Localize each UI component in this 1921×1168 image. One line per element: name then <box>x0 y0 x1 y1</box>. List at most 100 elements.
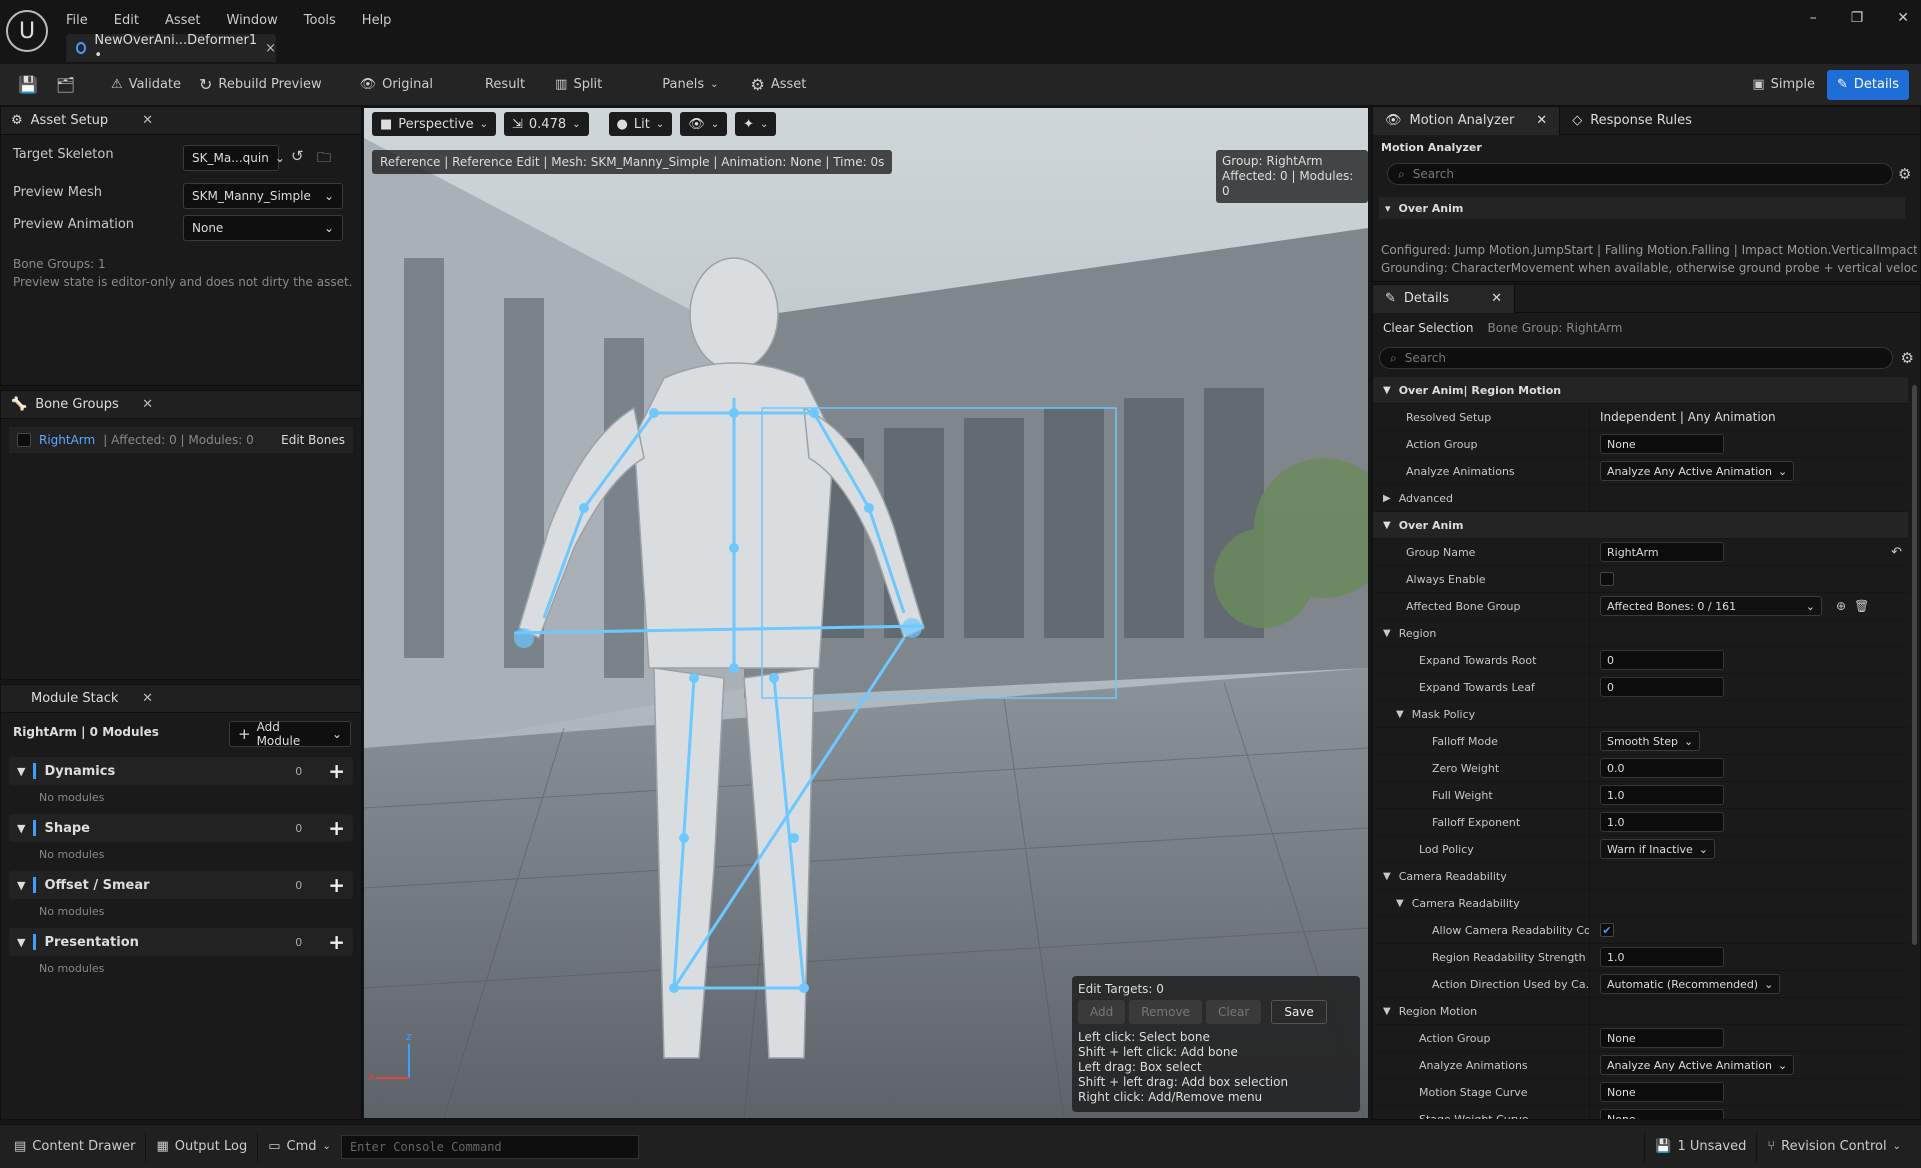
document-tab[interactable]: NewOverAni...Deformer1 • × <box>66 33 276 63</box>
motion-analyzer-search[interactable]: ⌕ Search <box>1387 163 1893 185</box>
remove-target-button[interactable]: Remove <box>1129 1000 1202 1024</box>
clear-selection-button[interactable]: Clear Selection <box>1383 321 1474 335</box>
add-module-icon[interactable]: + <box>328 759 345 783</box>
panels-dropdown[interactable]: Panels ⌄ <box>656 70 724 100</box>
menu-asset[interactable]: Asset <box>165 13 201 28</box>
property-input[interactable]: RightArm <box>1600 542 1724 562</box>
property-input[interactable]: 1.0 <box>1600 785 1724 805</box>
close-icon[interactable]: ✕ <box>142 113 161 128</box>
close-icon[interactable]: ✕ <box>1536 113 1547 128</box>
perspective-dropdown[interactable]: ■ Perspective ⌄ <box>372 112 496 136</box>
content-drawer-button[interactable]: ▤ Content Drawer <box>4 1131 147 1162</box>
property-dropdown[interactable]: Analyze Any Active Animation ⌄ <box>1600 461 1795 481</box>
property-input[interactable]: None <box>1600 434 1724 454</box>
preview-animation-dropdown[interactable]: None ⌄ <box>183 215 343 241</box>
gear-icon[interactable]: ⚙ <box>1898 165 1911 183</box>
property-dropdown[interactable]: Automatic (Recommended) ⌄ <box>1600 974 1781 994</box>
property-group[interactable]: ▼ Mask Policy <box>1373 701 1908 728</box>
property-checkbox[interactable] <box>1600 572 1614 586</box>
edit-bones-button[interactable]: Edit Bones <box>281 433 345 447</box>
save-target-button[interactable]: Save <box>1271 1000 1327 1024</box>
trash-icon[interactable]: 🗑 <box>1854 599 1869 613</box>
unreal-logo-icon[interactable]: U <box>6 10 48 52</box>
property-input[interactable]: 0 <box>1600 677 1724 697</box>
menu-help[interactable]: Help <box>362 13 392 28</box>
restore-icon[interactable]: ❐ <box>1851 10 1864 26</box>
minimize-icon[interactable]: – <box>1810 10 1817 26</box>
property-input[interactable]: 0 <box>1600 650 1724 670</box>
tab-response-rules[interactable]: ◇ Response Rules <box>1560 113 1704 128</box>
close-icon[interactable]: ✕ <box>142 691 161 706</box>
asset-button[interactable]: ⚙ Asset <box>745 70 813 100</box>
property-input[interactable]: None <box>1600 1028 1724 1048</box>
add-target-button[interactable]: Add <box>1078 1000 1126 1024</box>
property-checkbox[interactable]: ✔ <box>1600 923 1614 937</box>
add-circle-icon[interactable]: ⊕ <box>1836 599 1846 613</box>
preview-viewport[interactable]: ■ Perspective ⌄ ⇲ 0.478 ⌄ ● Lit ⌄ 👁 ⌄ ✦ ⌄ Refere… <box>364 108 1368 1118</box>
output-log-button[interactable]: ▦ Output Log <box>146 1131 259 1162</box>
show-dropdown[interactable]: 👁 ⌄ <box>680 112 728 136</box>
property-input[interactable]: 1.0 <box>1600 947 1724 967</box>
document-tab-close-icon[interactable]: × <box>265 41 276 56</box>
preview-mesh-dropdown[interactable]: SKM_Manny_Simple ⌄ <box>183 183 343 209</box>
options-dropdown[interactable]: ✦ ⌄ <box>735 112 777 136</box>
reset-icon[interactable]: ↺ <box>291 147 304 165</box>
bone-group-checkbox[interactable] <box>17 433 31 447</box>
lit-dropdown[interactable]: ● Lit ⌄ <box>608 112 673 136</box>
module-category-header[interactable]: ▼ Offset / Smear 0 + <box>9 871 353 899</box>
revision-control-button[interactable]: ⑂ Revision Control ⌄ <box>1757 1132 1911 1162</box>
property-group[interactable]: ▶ Advanced <box>1373 485 1908 512</box>
property-section[interactable]: ▼ Over Anim <box>1373 512 1908 539</box>
cmd-dropdown[interactable]: ▭ Cmd ⌄ <box>258 1132 341 1162</box>
tab-details[interactable]: ✎ Details ✕ <box>1373 285 1515 313</box>
add-module-icon[interactable]: + <box>328 930 345 954</box>
property-group[interactable]: ▼ Camera Readability <box>1373 890 1908 917</box>
property-dropdown[interactable]: Smooth Step ⌄ <box>1600 731 1701 751</box>
reset-to-default-icon[interactable]: ↶ <box>1891 545 1902 560</box>
browse-asset-icon[interactable]: 🗀 <box>317 147 331 171</box>
close-icon[interactable]: ✕ <box>142 397 161 412</box>
property-group[interactable]: ▼ Camera Readability <box>1373 863 1908 890</box>
over-anim-section[interactable]: ▾ Over Anim <box>1379 197 1905 219</box>
browse-icon[interactable]: 🗂 <box>50 70 81 100</box>
add-module-icon[interactable]: + <box>328 816 345 840</box>
module-category-header[interactable]: ▼ Dynamics 0 + <box>9 757 353 785</box>
details-search[interactable]: ⌕ Search <box>1379 347 1893 369</box>
property-section[interactable]: ▼ Over Anim| Region Motion <box>1373 377 1908 404</box>
menu-window[interactable]: Window <box>227 13 278 28</box>
close-icon[interactable]: ✕ <box>1491 291 1502 306</box>
simple-button[interactable]: ▣ Simple <box>1746 70 1821 100</box>
module-category-header[interactable]: ▼ Presentation 0 + <box>9 928 353 956</box>
property-group[interactable]: ▼ Region Motion <box>1373 998 1908 1025</box>
menu-file[interactable]: File <box>66 13 88 28</box>
property-dropdown[interactable]: Affected Bones: 0 / 161 ⌄ <box>1600 596 1822 616</box>
validate-button[interactable]: ⚠ Validate <box>105 70 187 100</box>
bone-group-name[interactable]: RightArm <box>39 433 95 447</box>
property-input[interactable]: None <box>1600 1082 1724 1102</box>
result-button[interactable]: Result <box>479 70 531 100</box>
property-input[interactable]: 1.0 <box>1600 812 1724 832</box>
gear-icon[interactable]: ⚙ <box>1901 349 1914 367</box>
clear-target-button[interactable]: Clear <box>1205 1000 1262 1024</box>
save-icon[interactable]: 💾 <box>12 70 44 100</box>
split-button[interactable]: ▥ Split <box>549 70 608 100</box>
close-window-icon[interactable]: ✕ <box>1897 10 1909 26</box>
menu-edit[interactable]: Edit <box>114 13 139 28</box>
menu-tools[interactable]: Tools <box>304 13 336 28</box>
details-button[interactable]: ✎ Details <box>1827 69 1909 100</box>
unsaved-button[interactable]: 💾 1 Unsaved <box>1644 1131 1758 1162</box>
add-module-button[interactable]: + Add Module ⌄ <box>229 720 351 748</box>
module-category-header[interactable]: ▼ Shape 0 + <box>9 814 353 842</box>
console-input[interactable]: Enter Console Command <box>340 1134 639 1159</box>
rebuild-preview-button[interactable]: ↻ Rebuild Preview <box>193 70 328 100</box>
bone-group-row[interactable]: RightArm | Affected: 0 | Modules: 0 Edit… <box>9 427 353 453</box>
property-dropdown[interactable]: Analyze Any Active Animation ⌄ <box>1600 1055 1795 1075</box>
original-button[interactable]: 👁 Original <box>354 70 439 100</box>
fov-dropdown[interactable]: ⇲ 0.478 ⌄ <box>503 112 589 136</box>
add-module-icon[interactable]: + <box>328 873 345 897</box>
details-scrollbar[interactable] <box>1912 385 1917 945</box>
property-input[interactable]: 0.0 <box>1600 758 1724 778</box>
property-group[interactable]: ▼ Region <box>1373 620 1908 647</box>
target-skeleton-dropdown[interactable]: SK_Ma...quin ⌄ <box>183 145 285 171</box>
property-dropdown[interactable]: Warn if Inactive ⌄ <box>1600 839 1716 859</box>
